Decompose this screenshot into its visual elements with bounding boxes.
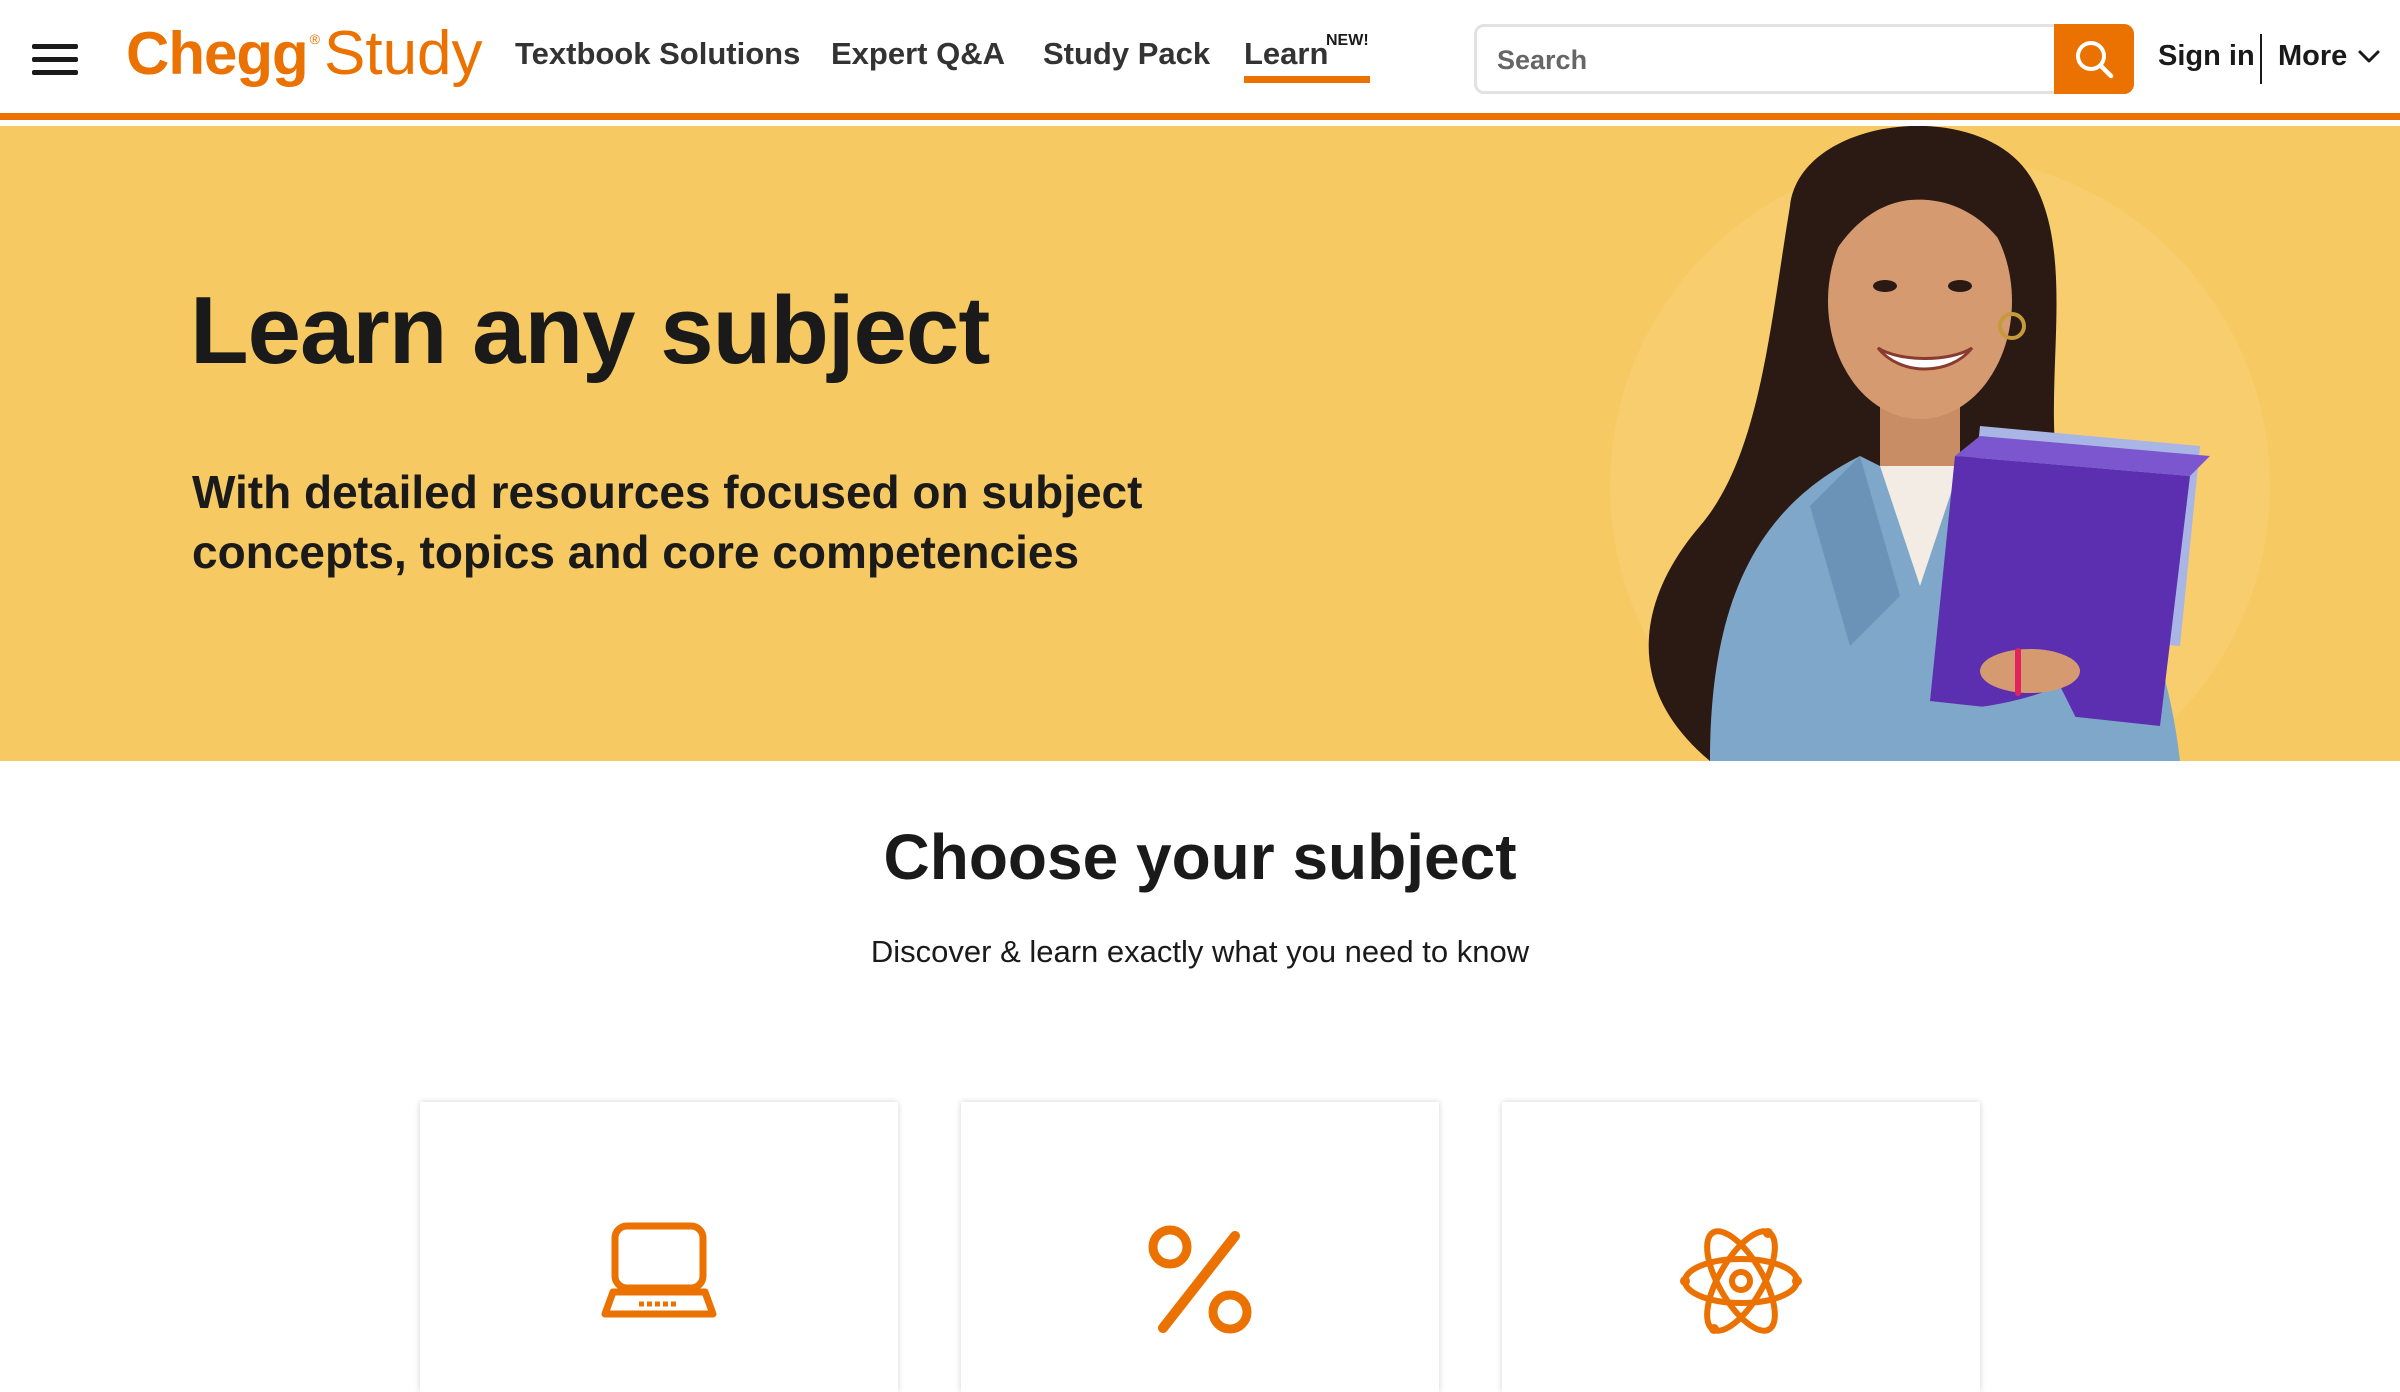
student-photo — [1610, 126, 2270, 761]
search-input[interactable] — [1495, 39, 2059, 81]
logo-registered-mark: ® — [309, 31, 320, 47]
search-box — [1474, 24, 2134, 94]
active-nav-underline — [1244, 76, 1370, 83]
nav-learn[interactable]: Learn — [1244, 36, 1328, 72]
search-button[interactable] — [2054, 24, 2134, 94]
chegg-study-logo[interactable]: Chegg ® Study — [126, 18, 483, 98]
chevron-down-icon — [2358, 50, 2380, 62]
nav-study-pack[interactable]: Study Pack — [1043, 36, 1210, 72]
hero-banner: Learn any subject With detailed resource… — [0, 126, 2400, 761]
logo-product: Study — [323, 19, 483, 88]
sign-in-link[interactable]: Sign in — [2158, 40, 2255, 73]
menu-icon[interactable] — [32, 44, 78, 76]
atom-icon — [1680, 1228, 1802, 1334]
section-title: Choose your subject — [883, 821, 1517, 893]
more-label: More — [2278, 40, 2348, 72]
header-divider — [2260, 34, 2262, 84]
subject-card-math[interactable] — [961, 1102, 1439, 1392]
section-subtitle: Discover & learn exactly what you need t… — [870, 934, 1530, 969]
more-menu[interactable]: More — [2278, 40, 2381, 73]
nav-expert-qa[interactable]: Expert Q&A — [831, 36, 1005, 72]
subject-card-science[interactable] — [1502, 1102, 1980, 1392]
top-header: Chegg ® Study Textbook Solutions Expert … — [0, 0, 2400, 120]
search-icon — [2076, 41, 2114, 79]
laptop-icon — [601, 1222, 717, 1318]
nav-textbook-solutions[interactable]: Textbook Solutions — [515, 36, 800, 72]
subject-card-computer-science[interactable] — [420, 1102, 898, 1392]
percent-icon — [1148, 1225, 1252, 1334]
hero-subtitle: With detailed resources focused on subje… — [192, 466, 1143, 578]
hero-title: Learn any subject — [190, 277, 990, 384]
logo-brand: Chegg — [126, 20, 309, 87]
new-badge: NEW! — [1326, 32, 1369, 49]
